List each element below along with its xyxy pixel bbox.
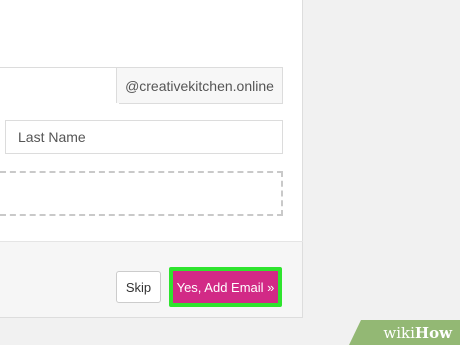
watermark-how: How bbox=[414, 323, 452, 342]
watermark-wiki: wiki bbox=[383, 323, 415, 342]
last-name-input[interactable] bbox=[5, 120, 283, 154]
wikihow-watermark: wiki How bbox=[349, 320, 460, 345]
skip-button[interactable]: Skip bbox=[116, 271, 161, 303]
email-address-row: @creativekitchen.online bbox=[0, 67, 283, 105]
email-domain-suffix: @creativekitchen.online bbox=[116, 68, 282, 103]
add-email-dialog: @creativekitchen.online Skip Yes, Add Em… bbox=[0, 0, 303, 318]
add-email-button[interactable]: Yes, Add Email » bbox=[169, 267, 282, 307]
email-username-input[interactable] bbox=[0, 68, 119, 105]
dashed-dropzone[interactable] bbox=[0, 171, 283, 216]
